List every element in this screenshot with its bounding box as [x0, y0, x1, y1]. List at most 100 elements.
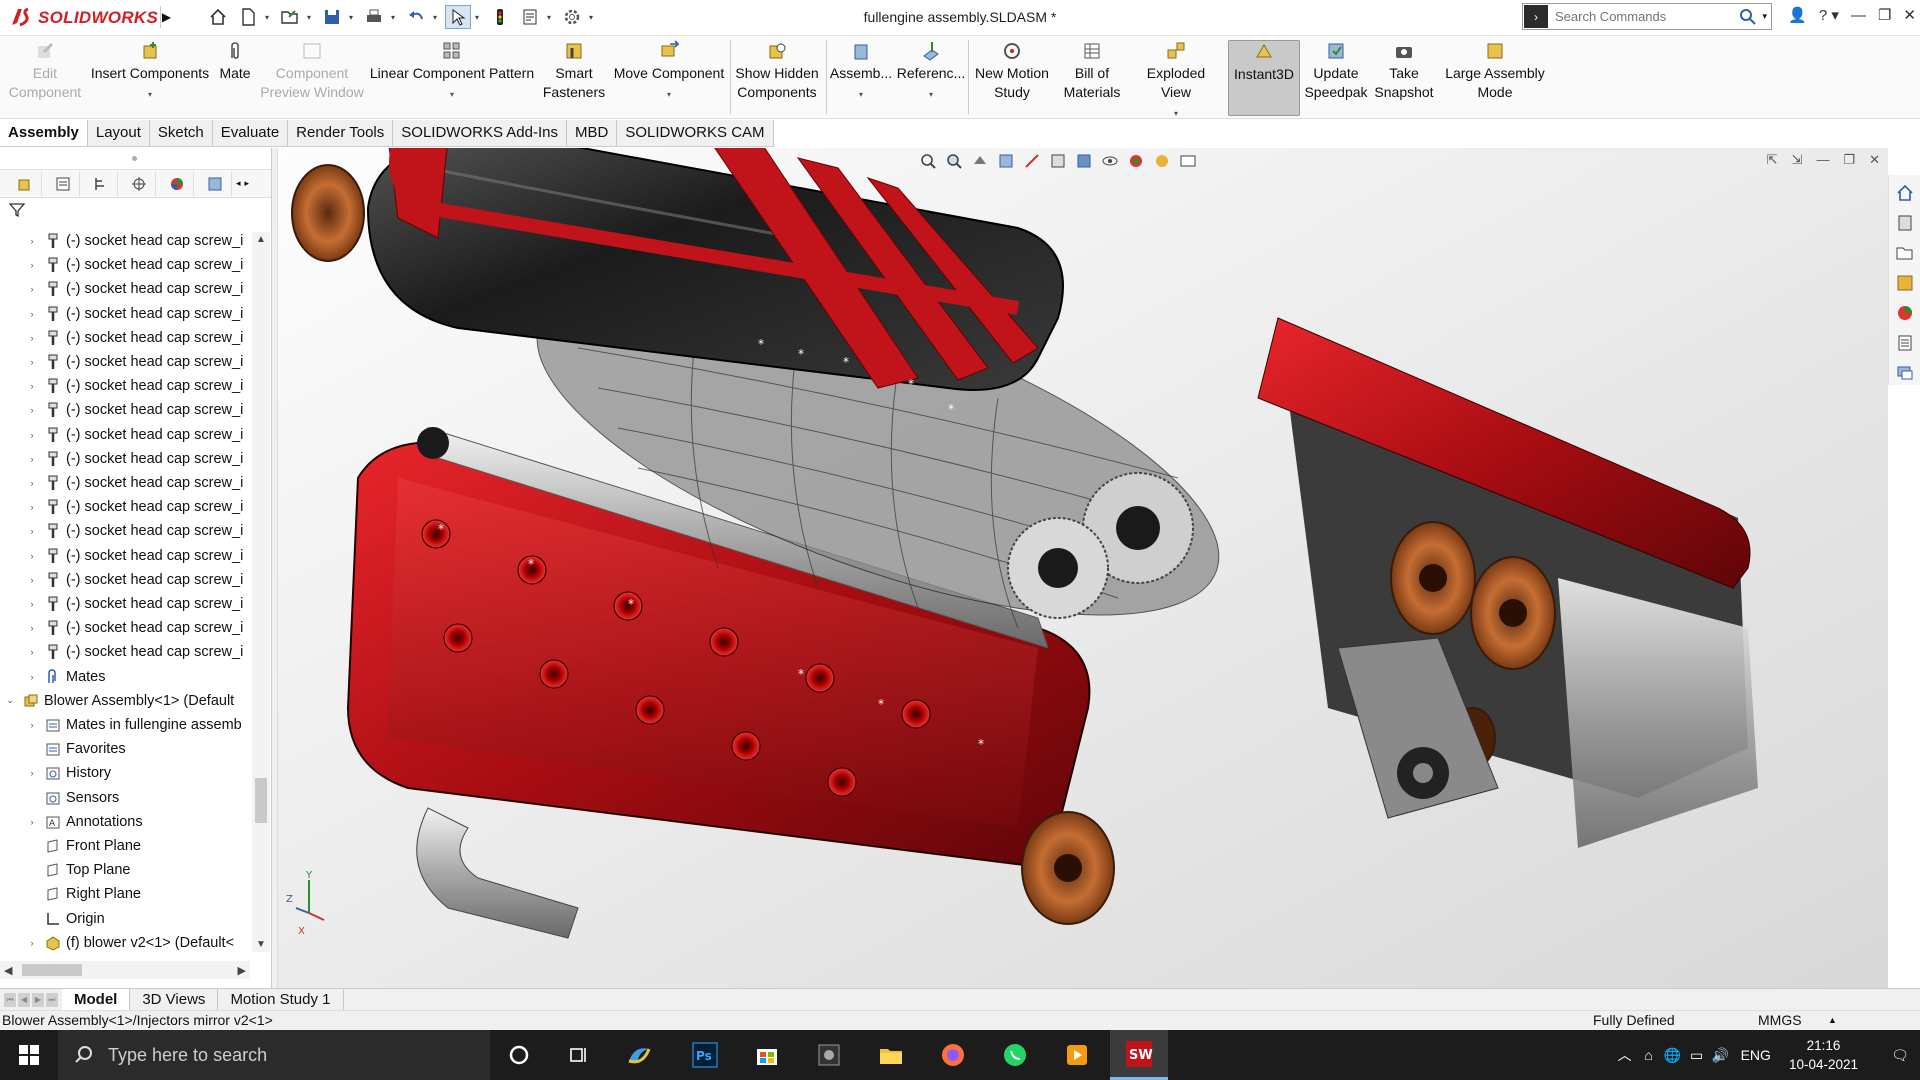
expand-arrow-icon[interactable]: › [26, 405, 38, 415]
meet-now-icon[interactable]: ⌂ [1637, 1047, 1661, 1063]
tab-model[interactable]: Model [62, 989, 131, 1010]
help-icon[interactable]: ? ▾ [1819, 6, 1839, 24]
view-orientation-icon[interactable] [1048, 151, 1068, 171]
scroll-right-arrow[interactable]: ▶ [238, 964, 246, 977]
view-settings-icon[interactable] [1178, 151, 1198, 171]
expand-arrow-icon[interactable]: › [26, 333, 38, 343]
tab-sketch[interactable]: Sketch [150, 120, 213, 146]
expand-arrow-icon[interactable]: ⌄ [4, 695, 16, 706]
design-library-icon[interactable] [1893, 211, 1917, 235]
tree-item-sensors[interactable]: Sensors [26, 787, 119, 809]
tree-item-front-plane[interactable]: Front Plane [26, 835, 141, 857]
exploded-view-dropdown-icon[interactable]: ▾ [1174, 104, 1178, 123]
tree-item-screw[interactable]: › (-) socket head cap screw_i [26, 448, 244, 470]
language-indicator[interactable]: ENG [1741, 1047, 1771, 1063]
tab-assembly[interactable]: Assembly [0, 120, 88, 146]
next-tab-icon[interactable]: ▶ [32, 992, 44, 1007]
forum-icon[interactable] [1893, 361, 1917, 385]
move-component-dropdown-icon[interactable]: ▾ [667, 85, 671, 104]
engine-assembly-model[interactable]: * * * * * * * * * * * [278, 148, 1888, 988]
expand-arrow-icon[interactable]: › [26, 647, 38, 657]
tree-item-screw[interactable]: › (-) socket head cap screw_i [26, 545, 244, 567]
tree-item-favorites[interactable]: Favorites [26, 738, 126, 760]
tree-item-origin[interactable]: Origin [26, 908, 105, 930]
unit-system[interactable]: MMGS [1758, 1011, 1802, 1030]
search-dropdown-icon[interactable]: ▾ [1762, 11, 1767, 22]
assembly-features-button[interactable]: Assemb... ▾ [828, 40, 894, 116]
tree-item-blower-assembly[interactable]: ⌄ Blower Assembly<1> (Default [4, 690, 234, 712]
tree-item-screw[interactable]: › (-) socket head cap screw_i [26, 254, 244, 276]
hscroll-thumb[interactable] [22, 964, 82, 976]
tree-item-mates-in[interactable]: › Mates in fullengine assemb [26, 714, 242, 736]
instant3d-button[interactable]: Instant3D [1228, 40, 1300, 116]
volume-icon[interactable]: 🔊 [1709, 1047, 1733, 1064]
expand-arrow-icon[interactable]: › [26, 526, 38, 536]
tree-item-screw[interactable]: › (-) socket head cap screw_i [26, 496, 244, 518]
expand-arrow-icon[interactable]: › [26, 260, 38, 270]
show-hidden-icons-chevron[interactable]: ︿ [1613, 1045, 1637, 1065]
mate-button[interactable]: Mate [214, 40, 256, 116]
last-tab-icon[interactable]: ⏭ [46, 992, 58, 1007]
update-speedpak-button[interactable]: Update Speedpak [1304, 40, 1368, 116]
expand-arrow-icon[interactable]: › [26, 357, 38, 367]
action-center-icon[interactable]: 🗨 [1880, 1047, 1920, 1064]
minimize-icon[interactable]: — [1851, 7, 1866, 24]
scroll-thumb[interactable] [255, 778, 267, 823]
close-icon[interactable]: ✕ [1903, 6, 1916, 24]
new-motion-study-button[interactable]: New Motion Study [970, 40, 1054, 116]
taskbar-search[interactable]: Type here to search [58, 1030, 490, 1080]
scroll-up-arrow[interactable]: ▲ [256, 234, 266, 245]
taskbar-clock[interactable]: 21:16 10-04-2021 [1789, 1036, 1858, 1074]
expand-arrow-icon[interactable]: › [26, 551, 38, 561]
tree-item-screw[interactable]: › (-) socket head cap screw_i [26, 278, 244, 300]
zoom-to-area-icon[interactable] [944, 151, 964, 171]
tab-layout[interactable]: Layout [88, 120, 150, 146]
expand-arrow-icon[interactable]: › [26, 309, 38, 319]
move-component-button[interactable]: Move Component ▾ [612, 40, 726, 116]
solidworks-resources-icon[interactable] [1893, 181, 1917, 205]
viewport-minimize-icon[interactable]: — [1816, 152, 1829, 168]
show-hidden-components-button[interactable]: Show Hidden Components [732, 40, 822, 116]
custom-properties-icon[interactable] [1893, 331, 1917, 355]
component-preview-window-button[interactable]: Component Preview Window [258, 40, 366, 116]
hide-show-items-icon[interactable] [1100, 151, 1120, 171]
expand-arrow-icon[interactable]: › [26, 575, 38, 585]
expand-arrow-icon[interactable]: › [26, 478, 38, 488]
cortana-icon[interactable] [490, 1030, 548, 1080]
take-snapshot-button[interactable]: Take Snapshot [1372, 40, 1436, 116]
tab-mbd[interactable]: MBD [567, 120, 618, 146]
expand-arrow-icon[interactable]: › [26, 381, 38, 391]
tab-3d-views[interactable]: 3D Views [130, 989, 219, 1010]
viewport-restore-icon[interactable]: ❐ [1843, 152, 1855, 168]
tab-motion-study-1[interactable]: Motion Study 1 [218, 989, 344, 1010]
windows-start-icon[interactable] [0, 1030, 58, 1080]
battery-icon[interactable]: ▭ [1685, 1047, 1709, 1064]
whatsapp-icon[interactable] [986, 1030, 1044, 1080]
display-style-icon[interactable] [1074, 151, 1094, 171]
python-ide-icon[interactable] [610, 1030, 668, 1080]
zoom-to-fit-icon[interactable] [918, 151, 938, 171]
panel-tabs-right-arrow[interactable]: ▸ [245, 178, 250, 189]
insert-components-button[interactable]: Insert Components ▾ [88, 40, 212, 116]
tree-item-blower-v2[interactable]: › (f) blower v2<1> (Default< [26, 932, 235, 952]
tree-item-screw[interactable]: › (-) socket head cap screw_i [26, 424, 244, 446]
expand-arrow-icon[interactable]: › [26, 720, 38, 730]
firefox-icon[interactable] [924, 1030, 982, 1080]
panel-tabs-left-arrow[interactable]: ◂ [236, 178, 241, 189]
tree-item-right-plane[interactable]: Right Plane [26, 883, 141, 905]
collapse-panel-icon[interactable]: ⇲ [1792, 152, 1803, 168]
tab-render-tools[interactable]: Render Tools [288, 120, 394, 146]
search-input[interactable] [1549, 9, 1739, 24]
view-palette-icon[interactable] [1893, 271, 1917, 295]
expand-panel-icon[interactable]: ⇱ [1767, 152, 1778, 168]
linear-component-pattern-button[interactable]: Linear Component Pattern ▾ [368, 40, 536, 116]
cam-tab-icon[interactable] [198, 171, 232, 196]
feature-manager-tab-icon[interactable] [8, 171, 42, 196]
tree-item-screw[interactable]: › (-) socket head cap screw_i [26, 593, 244, 615]
tree-item-screw[interactable]: › (-) socket head cap screw_i [26, 641, 244, 663]
photoshop-icon[interactable]: Ps [676, 1030, 734, 1080]
tree-vertical-scrollbar[interactable]: ▲ ▼ [252, 232, 270, 952]
prev-tab-icon[interactable]: ◀ [18, 992, 30, 1007]
dynamic-annotation-icon[interactable] [1022, 151, 1042, 171]
tree-item-screw[interactable]: › (-) socket head cap screw_i [26, 232, 244, 252]
